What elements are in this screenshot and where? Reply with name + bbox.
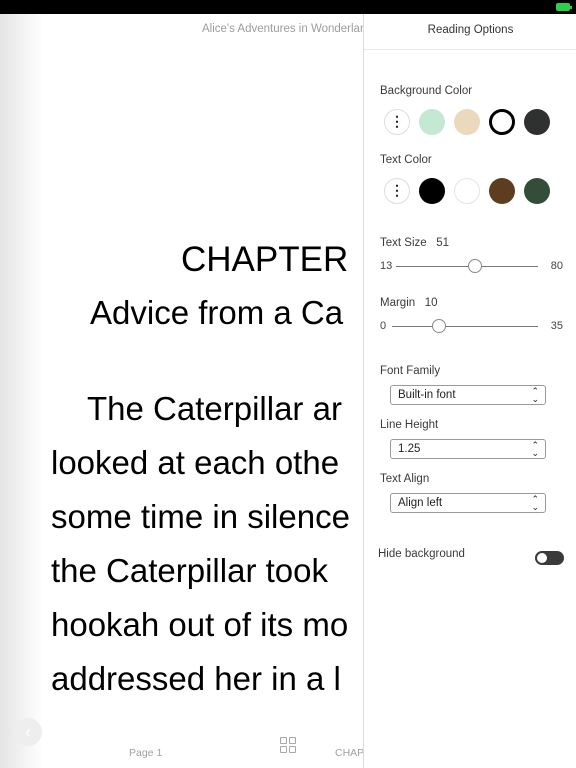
- slider-thumb[interactable]: [432, 319, 446, 333]
- grid-icon[interactable]: [280, 737, 296, 753]
- slider-min: 13: [380, 260, 393, 272]
- background-color-label: Background Color: [380, 85, 473, 97]
- reading-options-panel: Reading Options Background Color ⋮ Text …: [363, 14, 576, 768]
- chevron-updown-icon: ⌃ ⌄: [531, 440, 539, 458]
- background-swatch-white-selected[interactable]: [489, 109, 515, 135]
- text-swatch-black[interactable]: [419, 178, 445, 204]
- text-line: the Caterpillar took: [51, 552, 328, 589]
- hide-background-label: Hide background: [378, 548, 465, 560]
- font-family-label: Font Family: [380, 365, 441, 377]
- hide-background-toggle[interactable]: [535, 551, 564, 565]
- line-height-label: Line Height: [380, 419, 439, 431]
- line-height-select[interactable]: 1.25 ⌃ ⌄: [390, 439, 546, 459]
- slider-track: [392, 326, 538, 327]
- page-number: Page 1: [129, 747, 163, 759]
- slider-max: 80: [550, 260, 563, 272]
- reader-page[interactable]: Alice's Adventures in Wonderlan CHAPTER …: [0, 14, 364, 768]
- text-size-label: Text Size 51: [380, 237, 450, 249]
- text-size-value: 51: [436, 237, 450, 249]
- chapter-title: CHAPTER: [181, 240, 349, 279]
- book-title: Alice's Adventures in Wonderlan: [202, 23, 364, 35]
- text-line: looked at each othe: [51, 444, 340, 481]
- divider: [364, 49, 576, 50]
- text-line: addressed her in a l: [51, 660, 341, 697]
- background-swatch-sepia[interactable]: [454, 109, 480, 135]
- chevron-updown-icon: ⌃ ⌄: [531, 494, 539, 512]
- previous-page-button[interactable]: ‹: [14, 718, 42, 746]
- battery-icon: [556, 3, 572, 11]
- text-size-slider[interactable]: 13 80: [380, 259, 563, 275]
- chapter-footer-label: CHAP: [335, 747, 364, 759]
- chapter-subtitle: Advice from a Ca: [90, 294, 344, 331]
- more-vertical-icon[interactable]: ⋮: [384, 178, 410, 204]
- chevron-left-icon: ‹: [25, 722, 31, 742]
- chevron-updown-icon: ⌃ ⌄: [531, 386, 539, 404]
- slider-thumb[interactable]: [468, 259, 482, 273]
- margin-value: 10: [424, 297, 438, 309]
- status-bar: [0, 0, 576, 14]
- text-swatch-brown[interactable]: [489, 178, 515, 204]
- text-line: hookah out of its mo: [51, 606, 349, 643]
- slider-max: 35: [550, 320, 563, 332]
- text-line: The Caterpillar ar: [87, 390, 342, 427]
- text-align-label: Text Align: [380, 473, 430, 485]
- page-edge-shadow: [0, 14, 44, 768]
- more-vertical-icon[interactable]: ⋮: [384, 109, 410, 135]
- margin-slider[interactable]: 0 35: [380, 319, 563, 335]
- background-swatch-dark[interactable]: [524, 109, 550, 135]
- slider-min: 0: [380, 320, 387, 332]
- panel-title: Reading Options: [427, 24, 514, 36]
- background-swatch-mint[interactable]: [419, 109, 445, 135]
- slider-track: [396, 266, 538, 267]
- margin-label: Margin 10: [380, 297, 438, 309]
- font-family-select[interactable]: Built-in font ⌃ ⌄: [390, 385, 546, 405]
- text-swatch-white[interactable]: [454, 178, 480, 204]
- text-swatch-green[interactable]: [524, 178, 550, 204]
- toggle-knob: [537, 553, 547, 563]
- chapter-body: The Caterpillar ar looked at each othe s…: [51, 382, 350, 706]
- text-color-label: Text Color: [380, 154, 432, 166]
- text-line: some time in silence: [51, 498, 350, 535]
- text-align-select[interactable]: Align left ⌃ ⌄: [390, 493, 546, 513]
